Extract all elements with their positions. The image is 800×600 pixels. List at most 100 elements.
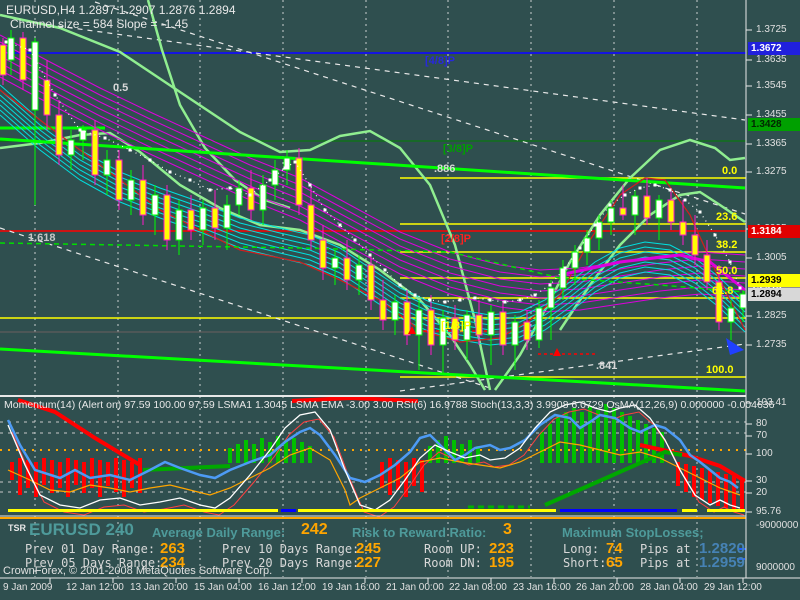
candle-body bbox=[92, 130, 98, 175]
candle-body bbox=[20, 38, 26, 80]
stoch-signal bbox=[12, 409, 744, 517]
histogram-bar-red bbox=[130, 462, 134, 488]
white-dot bbox=[249, 194, 252, 197]
x-axis-label: 9 Jan 2009 bbox=[3, 582, 53, 593]
white-dot bbox=[129, 149, 132, 152]
histogram-bar-green bbox=[540, 432, 544, 463]
candle-body bbox=[152, 195, 158, 215]
histogram-bar-green bbox=[228, 448, 232, 463]
price-axis[interactable]: 1.37251.36351.35451.34551.33651.32751.30… bbox=[748, 0, 800, 578]
candle-body bbox=[332, 258, 338, 268]
adr-label: Average Daily Range: bbox=[152, 525, 285, 540]
band-line bbox=[0, 133, 485, 390]
x-axis-label: 19 Jan 16:00 bbox=[322, 582, 380, 593]
candle-body bbox=[416, 310, 422, 335]
candle-body bbox=[740, 294, 746, 308]
prev01-label: Prev 01 Day Range: bbox=[25, 542, 155, 556]
white-dot bbox=[324, 209, 327, 212]
candle-body bbox=[620, 208, 626, 215]
histogram-bar-green bbox=[548, 424, 552, 463]
roomup-label: Room UP: bbox=[424, 542, 482, 556]
histogram-bar-green bbox=[564, 412, 568, 463]
x-axis-label: 12 Jan 12:00 bbox=[66, 582, 124, 593]
short-label: Short: bbox=[563, 556, 606, 570]
candle-body bbox=[524, 322, 530, 340]
histogram-bar-red bbox=[90, 458, 94, 488]
candle-body bbox=[548, 288, 554, 308]
white-dot bbox=[714, 234, 717, 237]
channel-info: Channel size = 584 Slope = -1.45 bbox=[10, 17, 188, 31]
white-dot bbox=[549, 284, 552, 287]
histogram-bar-green bbox=[556, 416, 560, 463]
price-badge: 1.3428 bbox=[748, 118, 800, 131]
white-dot bbox=[699, 211, 702, 214]
histogram-bar-green bbox=[300, 442, 304, 463]
pips-at-long-label: Pips at bbox=[640, 542, 691, 556]
rr-label: Risk to Reward Ratio: bbox=[352, 525, 486, 540]
trend-arrow-icon bbox=[726, 338, 744, 355]
x-axis-label: 29 Jan 12:00 bbox=[704, 582, 762, 593]
candle-body bbox=[572, 252, 578, 268]
histogram-bar-red bbox=[58, 462, 62, 488]
rr-value: 3 bbox=[503, 521, 512, 539]
chart-canvas[interactable] bbox=[0, 0, 800, 600]
candle-body bbox=[488, 312, 494, 335]
white-dot bbox=[284, 167, 287, 170]
candle-body bbox=[644, 196, 650, 218]
histogram-bar-green bbox=[292, 438, 296, 463]
channel-upper bbox=[0, 139, 745, 188]
long-label: Long: bbox=[563, 542, 599, 556]
histogram-bar-green bbox=[628, 416, 632, 463]
tsr-symbol: EURUSD 240 bbox=[29, 520, 134, 540]
histogram-bar-red bbox=[98, 460, 102, 497]
candle-body bbox=[164, 195, 170, 240]
candle-body bbox=[440, 318, 446, 345]
x-axis-label: 28 Jan 04:00 bbox=[640, 582, 698, 593]
white-dot bbox=[369, 254, 372, 257]
short-price: 1.2959 bbox=[699, 554, 745, 571]
indicator-tick-label: 80 bbox=[756, 418, 767, 429]
x-axis-label: 21 Jan 00:00 bbox=[386, 582, 444, 593]
candle-body bbox=[476, 315, 482, 335]
prev10-label: Prev 10 Days Range: bbox=[222, 542, 359, 556]
white-dot bbox=[339, 224, 342, 227]
indicator-tick-label: 95.76 bbox=[756, 506, 781, 517]
candle-body bbox=[464, 315, 470, 340]
candle-body bbox=[428, 310, 434, 345]
price-tick-label: 1.2825 bbox=[756, 310, 787, 321]
histogram-bar-green bbox=[244, 440, 248, 463]
white-dot bbox=[189, 179, 192, 182]
candle-body bbox=[728, 308, 734, 322]
candle-body bbox=[692, 235, 698, 255]
candle-body bbox=[452, 318, 458, 340]
candle-body bbox=[656, 200, 662, 218]
prev20-value: 227 bbox=[356, 554, 381, 571]
price-badge: 1.2939 bbox=[748, 274, 800, 287]
candle-body bbox=[116, 160, 122, 200]
white-dot bbox=[229, 187, 232, 190]
white-dot bbox=[519, 299, 522, 302]
price-badge: 1.3184 bbox=[748, 225, 800, 238]
candle-body bbox=[392, 302, 398, 320]
candle-body bbox=[608, 208, 614, 222]
time-axis[interactable]: 9 Jan 200912 Jan 12:0013 Jan 20:0015 Jan… bbox=[0, 579, 746, 600]
white-dot bbox=[444, 301, 447, 304]
pips-at-short-label: Pips at bbox=[640, 556, 691, 570]
ma-ribbon-cyan bbox=[0, 110, 745, 340]
tsr-strip-blue bbox=[560, 509, 677, 512]
x-axis-label: 22 Jan 08:00 bbox=[449, 582, 507, 593]
candle-body bbox=[356, 265, 362, 280]
candle-body bbox=[260, 185, 266, 210]
candle-body bbox=[272, 170, 278, 185]
tsr-tag: TSR bbox=[8, 523, 26, 533]
histogram-bar-green bbox=[572, 408, 576, 463]
histogram-bar-green bbox=[580, 412, 584, 463]
white-dot bbox=[459, 299, 462, 302]
white-dot bbox=[79, 129, 82, 132]
candle-body bbox=[500, 312, 506, 345]
roomdn-label: Room DN: bbox=[424, 556, 482, 570]
indicator-tick-label: 30 bbox=[756, 475, 767, 486]
x-axis-label: 26 Jan 20:00 bbox=[576, 582, 634, 593]
white-dot bbox=[534, 294, 537, 297]
candle-body bbox=[704, 255, 710, 282]
